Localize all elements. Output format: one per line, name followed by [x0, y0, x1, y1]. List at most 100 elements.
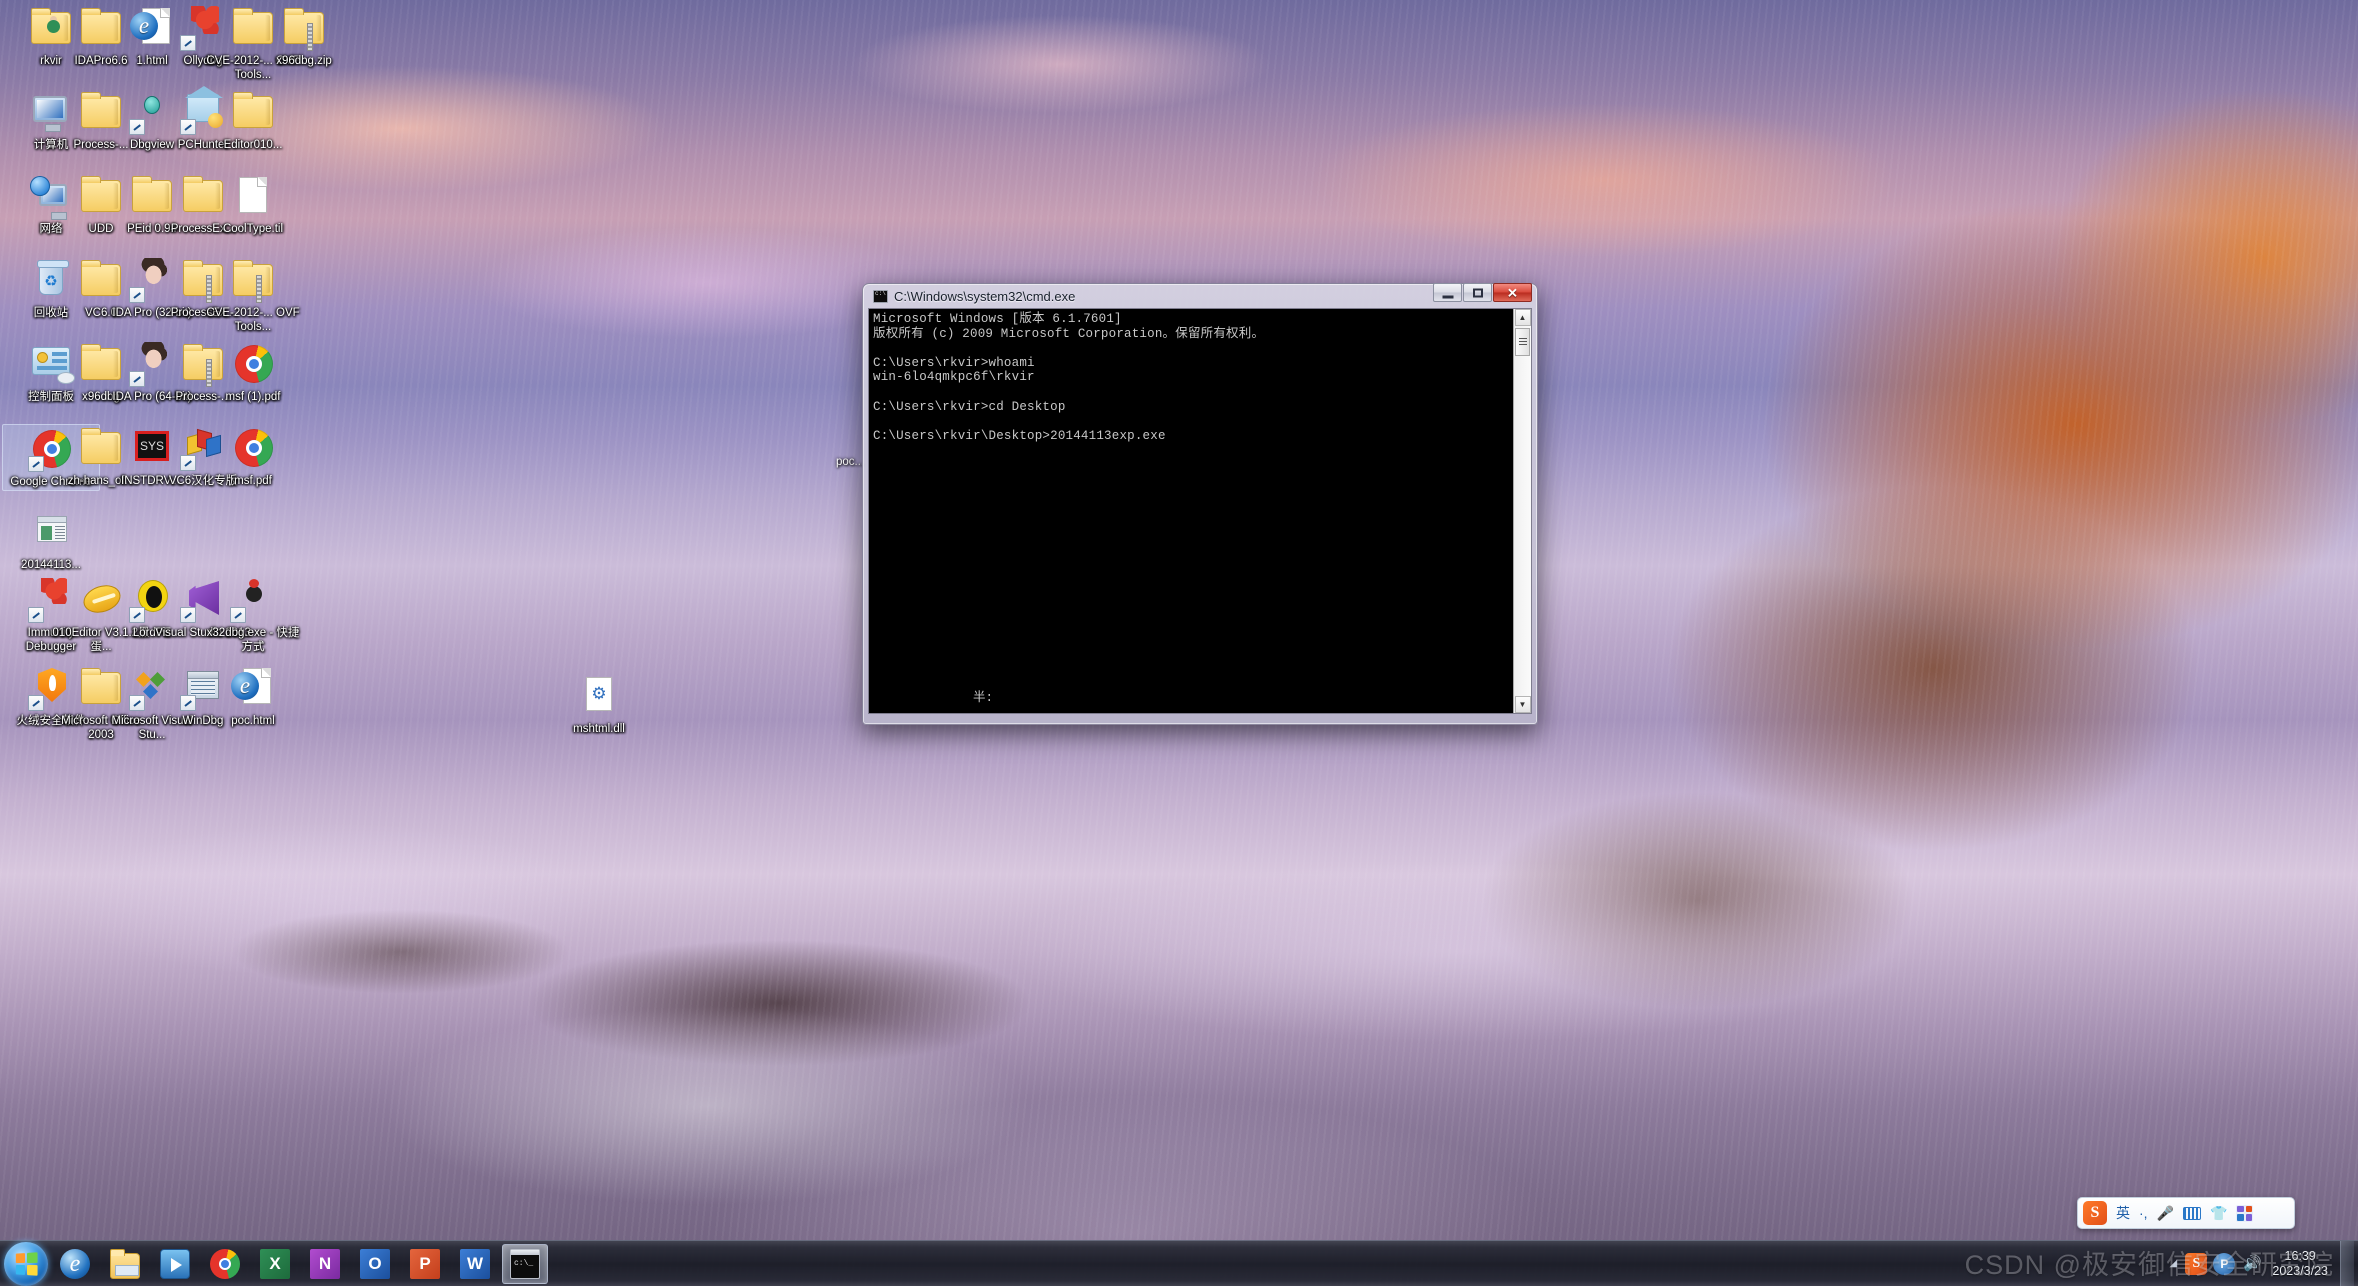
desktop-icon[interactable]: CoolType.til: [204, 172, 302, 237]
volume-tray-icon[interactable]: 🔊: [2241, 1253, 2263, 1275]
desktop-icon[interactable]: msf.pdf: [204, 424, 302, 489]
desktop-icon-label: msf (1).pdf: [225, 391, 281, 403]
desktop-icon-glyph: [280, 4, 328, 52]
scrollbar-thumb[interactable]: [1515, 328, 1530, 356]
shortcut-arrow-icon: [180, 607, 196, 623]
chrome-pdf-icon: [235, 345, 273, 383]
show-desktop-button[interactable]: [2340, 1240, 2354, 1286]
excel-icon: X: [260, 1248, 290, 1279]
desktop-icon-glyph: [229, 576, 277, 624]
desktop-icon-label: msf.pdf: [234, 475, 272, 487]
shortcut-arrow-icon: [129, 371, 145, 387]
cmd-title-bar[interactable]: C:\Windows\system32\cmd.exe ✕: [868, 283, 1532, 308]
taskbar-item-powerpoint[interactable]: P: [402, 1244, 448, 1284]
ime-mode-label[interactable]: 英: [2116, 1203, 2130, 1223]
desktop-icon[interactable]: msf (1).pdf: [204, 340, 302, 405]
desktop-icon-glyph: [229, 88, 277, 136]
toolbox-icon[interactable]: [2236, 1204, 2254, 1222]
desktop-icon-glyph: [229, 340, 277, 388]
desktop-icon[interactable]: 20144113...: [2, 508, 100, 573]
desktop-icon-label: 20144113...: [21, 559, 81, 571]
word-icon: W: [460, 1248, 490, 1279]
clock[interactable]: 16:39 2023/3/23: [2266, 1249, 2338, 1279]
window-controls: ✕: [1433, 283, 1532, 302]
x32dbg-spider-icon: [241, 579, 267, 606]
taskbar-item-windows-media-player[interactable]: [152, 1244, 198, 1284]
cmd-console-body[interactable]: Microsoft Windows [版本 6.1.7601] 版权所有 (c)…: [868, 308, 1532, 714]
cmd-icon: [873, 289, 888, 303]
desktop-icon-glyph: [229, 256, 277, 304]
taskbar-item-command-prompt[interactable]: [502, 1243, 548, 1284]
taskbar-item-excel[interactable]: X: [252, 1244, 298, 1284]
keyboard-icon[interactable]: [2183, 1206, 2201, 1220]
system-tray[interactable]: ◢ S P 🔊 16:39 2023/3/23: [2164, 1240, 2358, 1286]
desktop-icon-glyph: [27, 508, 75, 556]
onenote-icon: N: [310, 1248, 340, 1279]
ime-punctuation-icon[interactable]: ·,: [2139, 1205, 2148, 1221]
folder-icon: [233, 92, 273, 128]
shortcut-arrow-icon: [180, 119, 196, 135]
shortcut-arrow-icon: [129, 695, 145, 711]
desktop-icon-glyph: [229, 664, 277, 712]
taskbar-item-windows-explorer[interactable]: [102, 1244, 148, 1284]
desktop-icon[interactable]: CVE-2012-... OVF Tools...: [204, 256, 302, 334]
desktop-icon-label: CVE-2012-... OVF Tools...: [206, 307, 300, 333]
clock-time: 16:39: [2284, 1248, 2316, 1263]
taskbar-item-onenote[interactable]: N: [302, 1244, 348, 1284]
desktop-icon[interactable]: poc.html: [204, 664, 302, 729]
cmd-window-title: C:\Windows\system32\cmd.exe: [894, 288, 1076, 304]
taskbar-item-google-chrome[interactable]: [202, 1244, 248, 1284]
cmd-window[interactable]: C:\Windows\system32\cmd.exe ✕ Microsoft …: [862, 283, 1538, 725]
powerpoint-icon: P: [410, 1248, 440, 1279]
clock-date: 2023/3/23: [2272, 1263, 2328, 1278]
folder-icon: [110, 1248, 140, 1279]
close-icon: ✕: [1507, 285, 1518, 300]
shortcut-arrow-icon: [230, 607, 246, 623]
zip-folder-icon: [284, 8, 324, 51]
shortcut-arrow-icon: [129, 287, 145, 303]
desktop-icon-glyph: [229, 424, 277, 472]
sogou-tray-icon[interactable]: S: [2185, 1252, 2208, 1275]
shortcut-arrow-icon: [180, 455, 196, 471]
chrome-pdf-icon: [235, 429, 273, 467]
maximize-button[interactable]: [1463, 283, 1492, 302]
close-button[interactable]: ✕: [1493, 283, 1532, 302]
shield-badge-icon: [208, 113, 223, 128]
desktop-icon-label: Editor010...: [223, 139, 283, 151]
desktop-icon-label: x96dbg.zip: [276, 55, 332, 67]
windows-flag-icon: [15, 1251, 38, 1276]
scroll-up-button[interactable]: ▲: [1514, 309, 1531, 326]
desktop-icon[interactable]: x96dbg.zip: [255, 4, 353, 69]
shortcut-arrow-icon: [129, 119, 145, 135]
pdf-tray-icon[interactable]: P: [2213, 1252, 2236, 1275]
shirt-icon[interactable]: 👕: [2210, 1205, 2227, 1222]
shortcut-arrow-icon: [180, 35, 196, 51]
sogou-ime-toolbar[interactable]: S 英 ·, 🎤 👕: [2077, 1197, 2295, 1229]
microphone-icon[interactable]: 🎤: [2157, 1205, 2174, 1222]
taskbar[interactable]: X N O P W ◢ S P 🔊 16:39 2023/3/23: [0, 1240, 2358, 1286]
outlook-icon: O: [360, 1248, 390, 1279]
minimize-button[interactable]: [1433, 283, 1462, 302]
internet-explorer-icon: [60, 1248, 90, 1279]
sogou-logo-icon[interactable]: S: [2083, 1201, 2107, 1225]
desktop-icon-label-poc-partial: poc...: [836, 456, 865, 468]
report-document-icon: [37, 516, 67, 542]
taskbar-item-outlook[interactable]: O: [352, 1244, 398, 1284]
dll-document-icon: [586, 677, 612, 711]
desktop-icon-glyph: [229, 172, 277, 220]
zip-folder-icon: [233, 260, 273, 303]
desktop-icon-label: x32dbg.exe - 快捷方式: [206, 627, 300, 653]
show-hidden-icons-button[interactable]: ◢: [2164, 1258, 2182, 1269]
scroll-down-button[interactable]: ▼: [1514, 696, 1531, 713]
desktop-icon[interactable]: x32dbg.exe - 快捷方式: [204, 576, 302, 654]
document-icon: [239, 177, 267, 213]
taskbar-item-word[interactable]: W: [452, 1244, 498, 1284]
desktop-icon[interactable]: mshtml.dll: [550, 672, 648, 737]
cmd-scrollbar[interactable]: ▲ ▼: [1513, 309, 1531, 713]
taskbar-item-internet-explorer[interactable]: [52, 1244, 98, 1284]
start-button[interactable]: [4, 1241, 48, 1286]
cmd-console-text: Microsoft Windows [版本 6.1.7601] 版权所有 (c)…: [873, 312, 1265, 443]
cmd-bottom-text: 半:: [973, 691, 994, 705]
desktop-icon-label: mshtml.dll: [573, 723, 625, 735]
desktop-icon-grid: rkvirIDAPro6.61.htmlOllydbgCVE-2012-... …: [0, 0, 520, 790]
